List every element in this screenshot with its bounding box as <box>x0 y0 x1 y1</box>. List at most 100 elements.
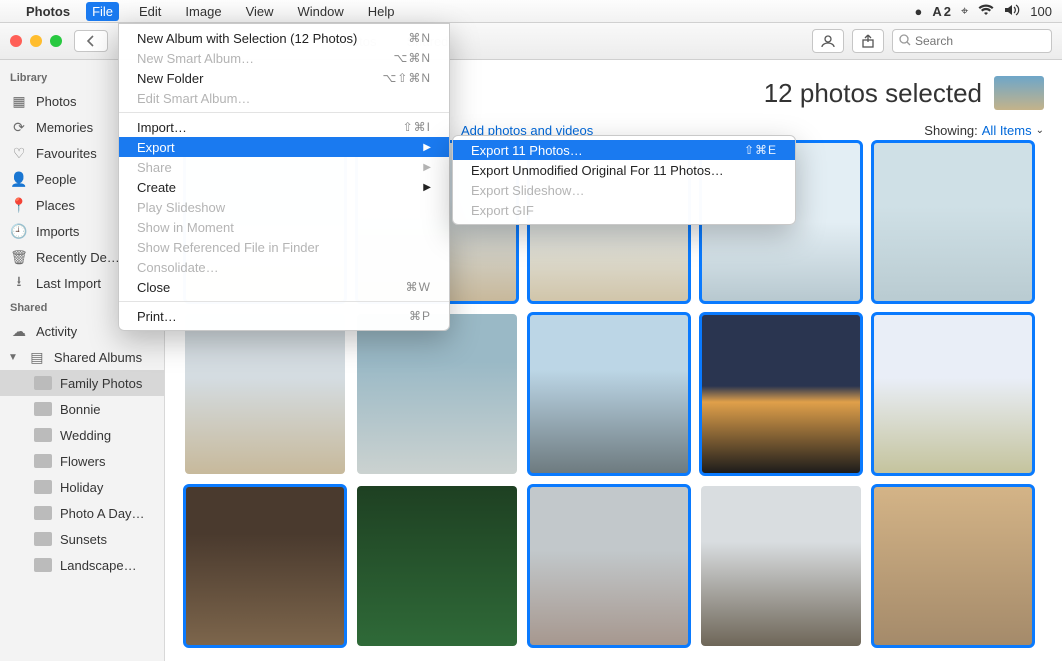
photo-thumbnail[interactable] <box>873 486 1033 646</box>
sidebar-item-label: Landscape… <box>60 558 137 573</box>
menu-shortcut: ⇧⌘E <box>744 143 777 157</box>
search-input[interactable] <box>915 34 1045 48</box>
menu-image[interactable]: Image <box>181 2 225 21</box>
menu-help[interactable]: Help <box>364 2 399 21</box>
sidebar-item-label: Sunsets <box>60 532 107 547</box>
photo-thumbnail[interactable] <box>529 314 689 474</box>
disclosure-triangle-icon[interactable]: ▼ <box>8 352 18 363</box>
sidebar-item-sunsets[interactable]: Sunsets <box>0 526 164 552</box>
menu-item-label: Edit Smart Album… <box>137 91 250 106</box>
album-thumb-icon <box>34 454 52 468</box>
system-menubar: Photos File Edit Image View Window Help … <box>0 0 1062 23</box>
menu-item[interactable]: Close ⌘W <box>119 277 449 297</box>
submenu-item-label: Export Unmodified Original For 11 Photos… <box>471 163 724 178</box>
menu-item: Edit Smart Album… <box>119 88 449 108</box>
menu-edit[interactable]: Edit <box>135 2 165 21</box>
submenu-arrow-icon: ▶ <box>423 182 431 193</box>
menu-item: Share▶ <box>119 157 449 177</box>
menu-view[interactable]: View <box>242 2 278 21</box>
selected-count: 12 photos selected <box>764 78 982 109</box>
sidebar-item-bonnie[interactable]: Bonnie <box>0 396 164 422</box>
window-close-button[interactable] <box>10 35 22 47</box>
menu-item[interactable]: New Folder⌥⇧⌘N <box>119 68 449 88</box>
submenu-item: Export GIF <box>453 200 795 220</box>
chevron-down-icon: ⌄ <box>1036 125 1044 136</box>
menu-shortcut: ⌘W <box>406 280 431 294</box>
menu-item-label: Export <box>137 140 175 155</box>
menu-item-label: New Smart Album… <box>137 51 254 66</box>
menu-item-label: Create <box>137 180 176 195</box>
sidebar-item-label: Family Photos <box>60 376 142 391</box>
submenu-arrow-icon: ▶ <box>423 162 431 173</box>
menu-item[interactable]: Export ▶ <box>119 137 449 157</box>
menu-file[interactable]: File <box>86 2 119 21</box>
album-icon: ▤ <box>28 349 46 366</box>
adobe-icon[interactable]: A2 <box>932 4 951 19</box>
menu-item[interactable]: New Album with Selection (12 Photos) ⌘N <box>119 28 449 48</box>
menu-item-label: New Folder <box>137 71 203 86</box>
submenu-item-label: Export GIF <box>471 203 534 218</box>
cloud-icon: ☁ <box>10 323 28 340</box>
photo-thumbnail[interactable] <box>357 486 517 646</box>
photo-thumbnail[interactable] <box>873 314 1033 474</box>
menu-item-label: Play Slideshow <box>137 200 225 215</box>
album-thumb-icon <box>34 558 52 572</box>
search-field[interactable] <box>892 29 1052 53</box>
photo-thumbnail[interactable] <box>185 314 345 474</box>
album-thumb-icon <box>34 480 52 494</box>
sidebar-item-photo-a-day[interactable]: Photo A Day… <box>0 500 164 526</box>
showing-filter[interactable]: Showing: All Items ⌄ <box>924 123 1044 138</box>
people-button[interactable] <box>812 29 844 53</box>
photo-thumbnail[interactable] <box>357 314 517 474</box>
app-name[interactable]: Photos <box>26 4 70 19</box>
sidebar-item-landscape[interactable]: Landscape… <box>0 552 164 578</box>
photo-thumbnail[interactable] <box>701 314 861 474</box>
photo-thumbnail[interactable] <box>185 486 345 646</box>
submenu-arrow-icon: ▶ <box>423 142 431 153</box>
menu-item-label: Show in Moment <box>137 220 234 235</box>
share-button[interactable] <box>852 29 884 53</box>
sidebar-item-holiday[interactable]: Holiday <box>0 474 164 500</box>
menu-item[interactable]: Create ▶ <box>119 177 449 197</box>
sidebar-item-label: Photo A Day… <box>60 506 145 521</box>
menu-item-label: Show Referenced File in Finder <box>137 240 319 255</box>
sidebar-item-family-photos[interactable]: Family Photos <box>0 370 164 396</box>
album-thumb-icon <box>34 402 52 416</box>
album-cover-thumb[interactable] <box>994 76 1044 110</box>
status-dot-icon[interactable]: ● <box>914 4 922 19</box>
photo-thumbnail[interactable] <box>701 486 861 646</box>
submenu-item[interactable]: Export Unmodified Original For 11 Photos… <box>453 160 795 180</box>
sidebar-item-label: Last Import <box>36 276 101 291</box>
menu-item-label: New Album with Selection (12 Photos) <box>137 31 357 46</box>
menu-item[interactable]: Print…⌘P <box>119 306 449 326</box>
sidebar-item-label: Wedding <box>60 428 111 443</box>
menu-item-label: Consolidate… <box>137 260 219 275</box>
sidebar-item-label: Imports <box>36 224 79 239</box>
photos-icon: ▦ <box>10 93 28 110</box>
photo-thumbnail[interactable] <box>529 486 689 646</box>
menu-item: Play Slideshow <box>119 197 449 217</box>
window-minimize-button[interactable] <box>30 35 42 47</box>
bluetooth-icon[interactable]: ⌖ <box>961 3 968 19</box>
person-icon: 👤 <box>10 171 28 188</box>
menu-item: Show Referenced File in Finder <box>119 237 449 257</box>
submenu-item[interactable]: Export 11 Photos… ⇧⌘E <box>453 140 795 160</box>
volume-icon[interactable] <box>1004 4 1020 19</box>
pin-icon: 📍 <box>10 197 28 214</box>
sidebar-item-label: Activity <box>36 324 77 339</box>
back-button[interactable] <box>74 30 108 52</box>
menu-item: Show in Moment <box>119 217 449 237</box>
photo-thumbnail[interactable] <box>873 142 1033 302</box>
menu-item-label: Close <box>137 280 170 295</box>
window-zoom-button[interactable] <box>50 35 62 47</box>
sidebar-item-wedding[interactable]: Wedding <box>0 422 164 448</box>
menu-item[interactable]: Import…⇧⌘I <box>119 117 449 137</box>
menu-window[interactable]: Window <box>294 2 348 21</box>
submenu-item-label: Export 11 Photos… <box>471 143 583 158</box>
menu-shortcut: ⌘N <box>408 31 431 45</box>
submenu-item-label: Export Slideshow… <box>471 183 584 198</box>
sidebar-item-shared-albums[interactable]: ▼▤Shared Albums <box>0 344 164 370</box>
wifi-icon[interactable] <box>978 4 994 19</box>
sidebar-item-flowers[interactable]: Flowers <box>0 448 164 474</box>
heart-icon: ♡ <box>10 145 28 162</box>
